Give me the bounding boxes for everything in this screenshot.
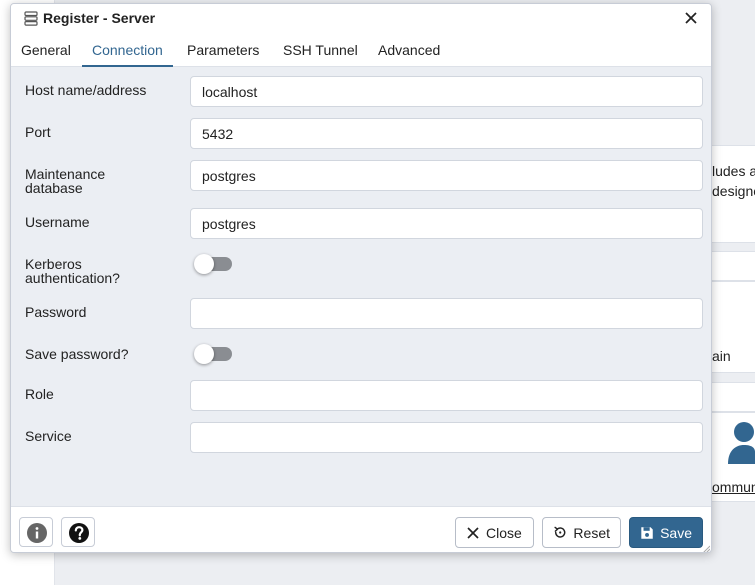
dialog-titlebar: Register - Server: [11, 4, 711, 34]
username-input[interactable]: [190, 208, 703, 239]
tab-advanced[interactable]: Advanced: [368, 34, 450, 67]
background-text-fragment: ludes a: [712, 163, 755, 179]
save-password-label: Save password?: [25, 346, 129, 362]
register-server-dialog: Register - Server General Connection Par…: [10, 3, 712, 553]
close-icon: [467, 526, 479, 539]
role-label: Role: [25, 386, 54, 402]
reset-icon: [554, 526, 566, 538]
maintenance-db-label: Maintenance database: [25, 167, 105, 195]
port-input[interactable]: [190, 118, 703, 149]
kerberos-label-line: authentication?: [25, 270, 120, 286]
save-icon: [641, 526, 653, 539]
maintenance-db-label-line: Maintenance: [25, 166, 106, 182]
maintenance-db-label-line: database: [25, 180, 83, 196]
community-link[interactable]: ommun: [712, 479, 755, 495]
help-icon: [69, 523, 89, 543]
tab-connection[interactable]: Connection: [82, 34, 173, 67]
background-text-fragment: ain: [712, 348, 731, 364]
close-icon[interactable]: [681, 8, 701, 28]
username-label: Username: [25, 214, 90, 230]
host-label: Host name/address: [25, 82, 147, 98]
password-input[interactable]: [190, 298, 703, 329]
password-label: Password: [25, 304, 87, 320]
kerberos-label-line: Kerberos: [25, 256, 82, 272]
resize-grip-icon[interactable]: [702, 545, 710, 553]
info-icon: [27, 523, 47, 543]
tab-ssh-tunnel[interactable]: SSH Tunnel: [273, 34, 368, 67]
kerberos-label: Kerberos authentication?: [25, 257, 120, 285]
info-button[interactable]: [19, 517, 53, 547]
users-icon: [728, 422, 755, 464]
service-label: Service: [25, 428, 72, 444]
background-text-fragment: designe: [712, 183, 755, 199]
dialog-footer: Close Reset Save: [11, 506, 711, 553]
save-button-label: Save: [660, 524, 692, 541]
service-input[interactable]: [190, 422, 703, 453]
connection-form: Host name/address Port Maintenance datab…: [11, 67, 711, 507]
tab-parameters[interactable]: Parameters: [177, 34, 269, 67]
close-button-label: Close: [486, 524, 522, 541]
help-button[interactable]: [61, 517, 95, 547]
toggle-knob: [194, 254, 214, 274]
reset-button-label: Reset: [573, 524, 610, 541]
dialog-title: Register - Server: [43, 10, 156, 26]
reset-button[interactable]: Reset: [542, 517, 621, 548]
server-icon: [24, 11, 38, 26]
maintenance-db-input[interactable]: [190, 160, 703, 191]
host-input[interactable]: [190, 76, 703, 107]
role-input[interactable]: [190, 380, 703, 411]
close-button[interactable]: Close: [455, 517, 534, 548]
dialog-tabs: General Connection Parameters SSH Tunnel…: [11, 34, 711, 67]
tab-general[interactable]: General: [11, 34, 81, 67]
save-password-toggle[interactable]: [194, 344, 234, 364]
port-label: Port: [25, 124, 51, 140]
kerberos-toggle[interactable]: [194, 254, 234, 274]
save-button[interactable]: Save: [629, 517, 703, 548]
toggle-knob: [194, 344, 214, 364]
